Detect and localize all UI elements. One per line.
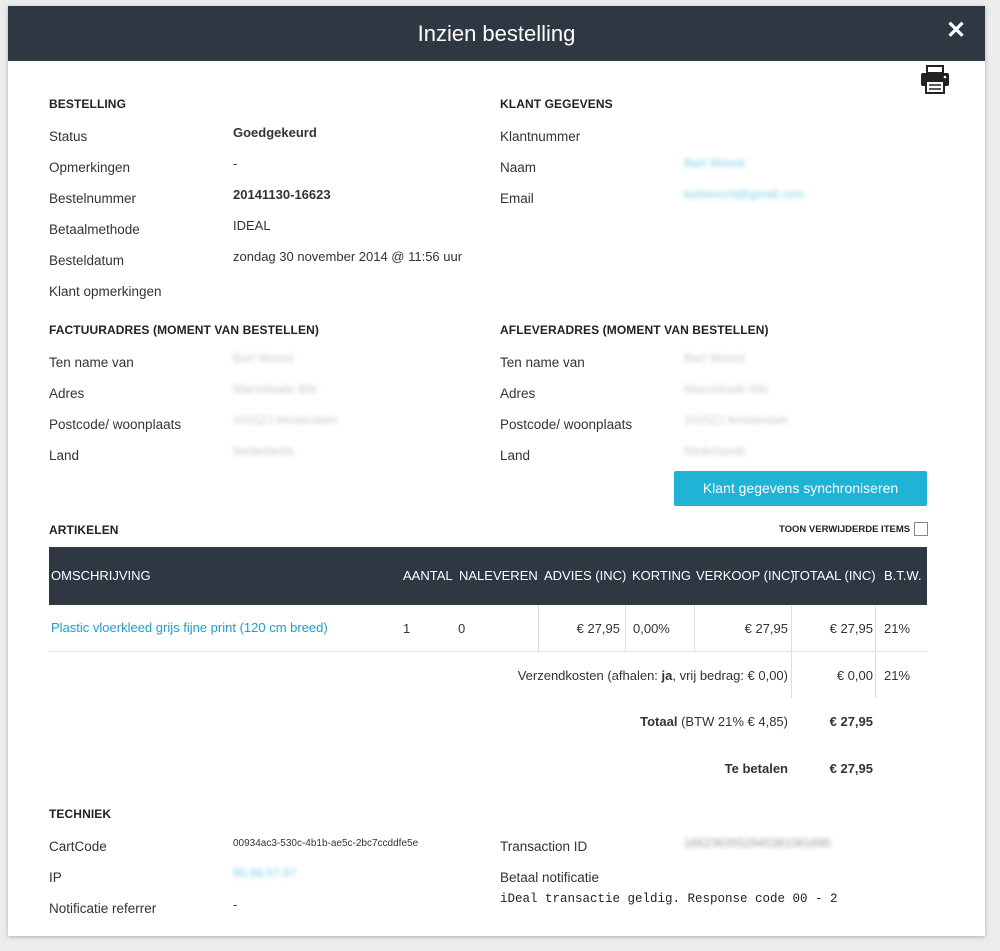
billing-address-value: Marnixkade 89c xyxy=(233,382,318,396)
row-total: € 27,95 xyxy=(829,621,873,636)
referrer-label: Notificatie referrer xyxy=(49,901,157,916)
articles-table-header: OMSCHRIJVING AANTAL NALEVEREN ADVIES (IN… xyxy=(49,547,927,605)
transaction-id-label: Transaction ID xyxy=(500,839,588,854)
modal-title: Inzien bestelling xyxy=(417,21,576,46)
pickup-value: ja xyxy=(661,668,673,683)
pay-label: Te betalen xyxy=(724,761,788,776)
row-discount: 0,00% xyxy=(633,621,670,636)
billing-postcode-label: Postcode/ woonplaats xyxy=(49,417,182,432)
remarks-value: - xyxy=(233,156,238,171)
col-discount: KORTING xyxy=(632,568,691,583)
shipping-name-value: Bart Woord xyxy=(684,351,745,365)
product-link[interactable]: Plastic vloerkleed grijs fijne print (12… xyxy=(51,620,328,635)
shipping-address-value: Marnixkade 89c xyxy=(684,382,769,396)
show-deleted-checkbox[interactable] xyxy=(914,522,928,536)
customer-email-label: Email xyxy=(500,191,534,206)
billing-country-label: Land xyxy=(49,448,80,463)
billing-postcode-value: 1015ZJ Amsterdam xyxy=(233,413,338,427)
show-deleted-label: TOON VERWIJDERDE ITEMS xyxy=(779,524,911,535)
col-quantity: AANTAL xyxy=(403,568,453,583)
ip-value[interactable]: 95.96.57.97 xyxy=(233,866,296,880)
transaction-id-value: 1662363552945381081695 xyxy=(684,836,831,850)
shipping-address-label: Adres xyxy=(500,386,536,401)
divider xyxy=(538,605,539,651)
status-value: Goedgekeurd xyxy=(233,125,317,140)
row-vat: 21% xyxy=(884,621,911,636)
row-separator xyxy=(49,651,927,652)
order-date-label: Besteldatum xyxy=(49,253,125,268)
col-sale: VERKOOP (INC) xyxy=(696,568,795,583)
order-section-title: BESTELLING xyxy=(49,97,127,111)
row-advice: € 27,95 xyxy=(576,621,620,636)
shipping-country-label: Land xyxy=(500,448,531,463)
payment-notification-value: iDeal transactie geldig. Response code 0… xyxy=(500,892,838,906)
shipping-total: € 0,00 xyxy=(836,668,873,683)
customer-section-title: KLANT GEGEVENS xyxy=(500,97,613,111)
status-label: Status xyxy=(49,129,88,144)
shipping-name-label: Ten name van xyxy=(500,355,585,370)
referrer-value: - xyxy=(233,897,238,912)
shipping-postcode-value: 1015ZJ Amsterdam xyxy=(684,413,789,427)
payment-method-label: Betaalmethode xyxy=(49,222,140,237)
col-backorder: NALEVEREN xyxy=(459,568,538,583)
remarks-label: Opmerkingen xyxy=(49,160,131,175)
customer-remarks-label: Klant opmerkingen xyxy=(49,284,162,299)
order-number-label: Bestelnummer xyxy=(49,191,137,206)
col-vat: B.T.W. xyxy=(884,568,922,583)
customer-email-value[interactable]: bartwoord@gmail.com xyxy=(684,187,804,201)
shipping-postcode-label: Postcode/ woonplaats xyxy=(500,417,633,432)
modal-header: Inzien bestelling ✕ xyxy=(8,6,985,61)
shipping-country-value: Nederlands xyxy=(684,444,746,458)
customer-name-value[interactable]: Bart Woord xyxy=(684,156,744,170)
billing-name-label: Ten name van xyxy=(49,355,134,370)
shipping-cost-label: Verzendkosten (afhalen: ja, vrij bedrag:… xyxy=(517,668,788,683)
printer-icon[interactable] xyxy=(918,64,952,96)
total-value: € 27,95 xyxy=(829,714,873,729)
divider xyxy=(625,605,626,651)
pay-value: € 27,95 xyxy=(829,761,873,776)
row-sale: € 27,95 xyxy=(744,621,788,636)
billing-name-value: Bart Woord xyxy=(233,351,294,365)
order-number-value: 20141130-16623 xyxy=(233,187,331,202)
articles-section-title: ARTIKELEN xyxy=(49,523,119,537)
col-description: OMSCHRIJVING xyxy=(51,568,151,583)
order-modal: Inzien bestelling ✕ BESTELLING Status Go… xyxy=(8,6,985,936)
cartcode-value: 00934ac3-530c-4b1b-ae5c-2bc7ccddfe5e xyxy=(233,838,419,849)
order-date-value: zondag 30 november 2014 @ 11:56 uur xyxy=(233,249,463,264)
divider xyxy=(694,605,695,651)
billing-country-value: Nederlands xyxy=(233,444,295,458)
payment-method-value: IDEAL xyxy=(233,218,271,233)
shipping-vat: 21% xyxy=(884,668,911,683)
billing-section-title: FACTUURADRES (MOMENT VAN BESTELLEN) xyxy=(49,323,319,337)
shipping-section-title: AFLEVERADRES (MOMENT VAN BESTELLEN) xyxy=(500,323,769,337)
cartcode-label: CartCode xyxy=(49,839,107,854)
row-quantity: 1 xyxy=(403,621,411,636)
payment-notification-label: Betaal notificatie xyxy=(500,870,600,885)
tech-section-title: TECHNIEK xyxy=(49,807,112,821)
close-icon[interactable]: ✕ xyxy=(945,16,967,46)
total-label: Totaal (BTW 21% € 4,85) xyxy=(640,714,788,729)
billing-address-label: Adres xyxy=(49,386,85,401)
sync-customer-button[interactable]: Klant gegevens synchroniseren xyxy=(674,471,927,506)
col-total: TOTAAL (INC) xyxy=(792,568,876,583)
ip-label: IP xyxy=(49,870,62,885)
col-advice: ADVIES (INC) xyxy=(544,568,627,583)
customer-number-label: Klantnummer xyxy=(500,129,581,144)
row-backorder: 0 xyxy=(458,621,466,636)
customer-name-label: Naam xyxy=(500,160,537,175)
